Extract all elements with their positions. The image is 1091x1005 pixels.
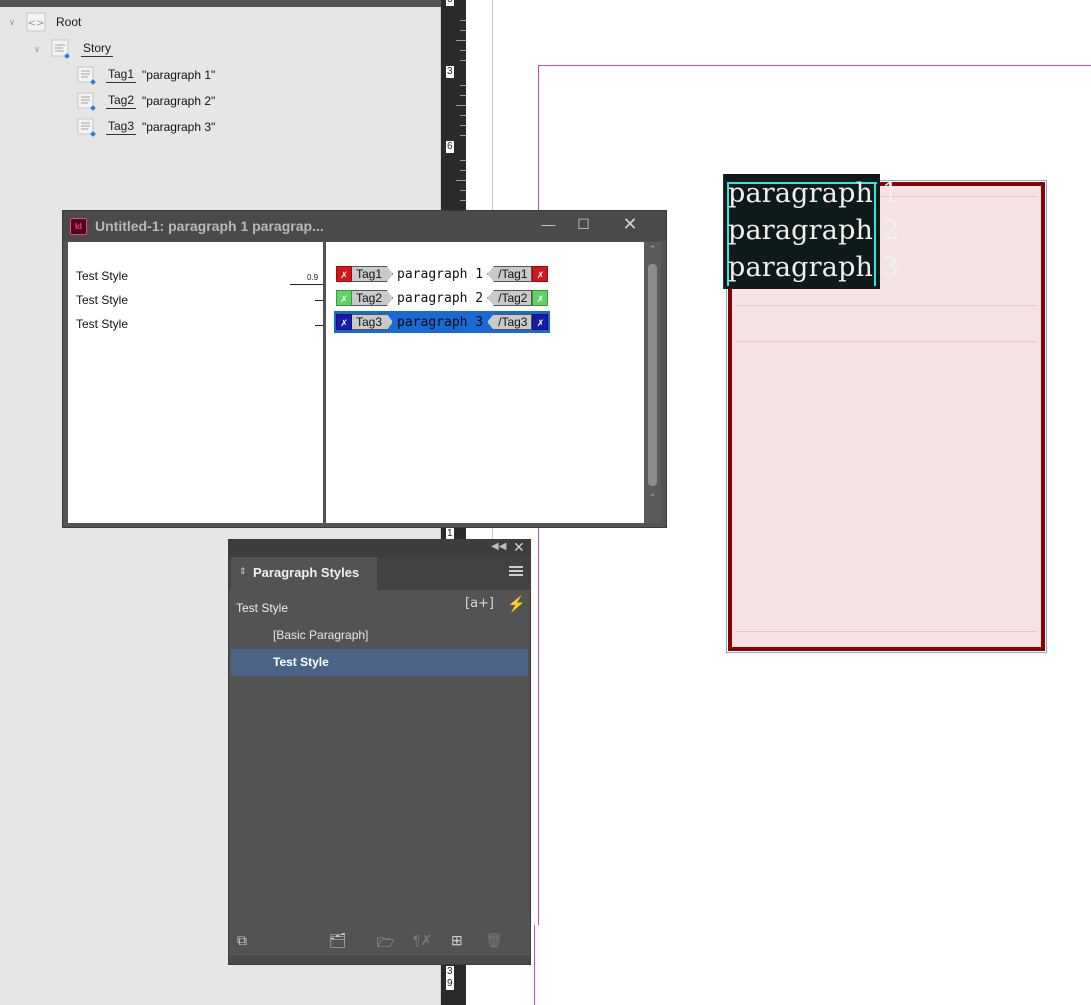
ruler-label: 6 [446,141,454,153]
style-list-item[interactable]: [Basic Paragraph] [231,622,528,649]
new-group-from-styles-icon[interactable]: 🗂 [329,932,347,949]
paragraph-element-icon [76,117,96,137]
panel-drag-strip[interactable]: ◀◀ ✕ [229,539,530,557]
close-icon[interactable]: ✕ [513,539,525,556]
window-title: Untitled-1: paragraph 1 paragrap... [95,218,324,234]
ruler-label: 9 [446,978,454,990]
document-paragraph[interactable]: paragraph 2 [728,216,899,246]
scroll-up-icon[interactable]: ⌃ [644,244,661,255]
scroll-down-icon[interactable]: ⌄ [644,488,661,499]
story-text[interactable]: paragraph 1 [393,267,487,282]
tag-marker-icon: ✗ [532,290,549,306]
ruler-label: 3 [446,66,454,78]
story-text[interactable]: paragraph 3 [393,315,487,330]
open-tag[interactable]: Tag2 [352,290,394,306]
tree-label-story: Story [81,41,114,57]
depth-ruler-value: 0.9 [307,273,319,282]
lightning-icon[interactable]: ⚡ [507,595,526,613]
selected-text-block[interactable]: paragraph 1 paragraph 2 paragraph 3 [723,174,899,289]
close-tag[interactable]: /Tag1 [487,266,533,282]
tree-row-tag1[interactable]: Tag1 "paragraph 1" [76,64,215,86]
tag-marker-icon: ✗ [336,290,352,306]
paragraph-element-icon [76,91,96,111]
style-label: [Basic Paragraph] [273,628,369,642]
chevron-down-icon[interactable]: ∨ [31,44,43,55]
tree-row-root[interactable]: ∨ <> Root [6,11,81,33]
story-line[interactable]: ✗ Tag1 paragraph 1 /Tag1 ✗ [336,263,549,285]
tag-marker-icon: ✗ [336,266,352,282]
ruler-label: 3 [446,966,454,978]
style-name-cell: Test Style [76,269,129,283]
new-style-group-icon[interactable]: 🗁 [377,932,394,956]
close-tag[interactable]: /Tag3 [487,314,533,330]
chevron-down-icon[interactable]: ∨ [6,17,18,28]
story-line-selected[interactable]: ✗ Tag3 paragraph 3 /Tag3 ✗ [334,311,551,333]
style-name-cell: Test Style [76,293,129,307]
minimize-button[interactable]: — [531,211,566,237]
tree-content-text: "paragraph 3" [142,120,216,134]
collapse-icon[interactable]: ◀◀ [491,541,506,552]
story-text[interactable]: paragraph 2 [393,291,487,306]
story-text-pane[interactable]: ✗ Tag1 paragraph 1 /Tag1 ✗ ✗ Tag2 paragr… [326,242,644,523]
tree-row-tag3[interactable]: Tag3 "paragraph 3" [76,116,215,138]
create-style-override-icon[interactable]: [a+] [465,596,494,611]
story-scrollbar[interactable]: ⌃ ⌄ [644,242,661,523]
xml-element-icon: <> [26,12,46,32]
tree-label-tag: Tag3 [106,119,137,135]
tree-row-tag2[interactable]: Tag2 "paragraph 2" [76,90,215,112]
story-element-icon [51,39,71,59]
style-column-pane: Test Style Test Style Test Style 0.9 [68,242,323,523]
tab-paragraph-styles[interactable]: ⇕ Paragraph Styles [231,557,377,590]
margin-guide [534,925,535,1005]
close-tag[interactable]: /Tag2 [487,290,533,306]
story-line[interactable]: ✗ Tag2 paragraph 2 /Tag2 ✗ [336,287,549,309]
close-button[interactable]: ✕ [612,211,648,237]
tree-content-text: "paragraph 2" [142,94,216,108]
document-paragraph[interactable]: paragraph 3 [728,253,899,283]
updown-arrow-icon: ⇕ [239,566,247,576]
tree-label-tag: Tag2 [106,93,137,109]
panel-resize-grip[interactable] [229,954,530,964]
tree-content-text: "paragraph 1" [142,68,216,82]
column-guide [492,0,493,210]
maximize-button[interactable]: ☐ [566,211,601,237]
ruler-label: 6 [446,0,454,6]
style-list-item-selected[interactable]: Test Style [231,649,528,676]
tree-row-story[interactable]: ∨ Story [31,38,119,60]
story-editor-window[interactable]: Id Untitled-1: paragraph 1 paragrap... —… [62,210,667,528]
new-style-icon[interactable]: ⊞ [451,932,463,949]
panel-menu-icon[interactable] [509,566,523,578]
indesign-app-icon: Id [70,218,87,235]
open-tag[interactable]: Tag1 [352,266,394,282]
trash-icon[interactable]: 🗑 [485,932,503,949]
tag-marker-icon: ✗ [336,314,352,330]
tab-label: Paragraph Styles [253,565,360,580]
paragraph-element-icon [76,65,96,85]
current-style-label: Test Style [236,601,289,615]
panel-tabbar: ⇕ Paragraph Styles [229,557,530,590]
paragraph-styles-panel: ◀◀ ✕ ⇕ Paragraph Styles Test Style [a+] … [228,539,531,965]
tree-label-root: Root [56,15,82,29]
style-label: Test Style [273,655,329,669]
clear-overrides-icon[interactable]: ¶✗ [413,932,432,949]
story-editor-titlebar[interactable]: Id Untitled-1: paragraph 1 paragrap... —… [63,211,666,241]
scroll-thumb[interactable] [648,264,657,486]
tag-marker-icon: ✗ [532,266,549,282]
open-tag[interactable]: Tag3 [352,314,394,330]
document-paragraph[interactable]: paragraph 1 [728,179,899,209]
load-styles-icon[interactable]: ⧉ [237,932,247,949]
svg-text:<>: <> [28,18,45,29]
structure-panel-header [0,0,441,7]
tree-label-tag: Tag1 [106,67,137,83]
indesign-workspace: ∨ <> Root ∨ Story Tag1 "paragraph 1" Tag [0,0,1091,1005]
tag-marker-icon: ✗ [532,314,549,330]
style-name-cell: Test Style [76,317,129,331]
